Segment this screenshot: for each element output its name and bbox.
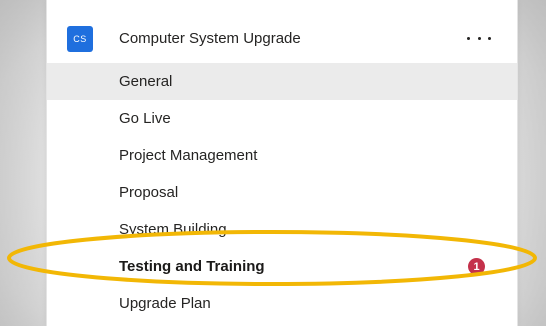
team-name[interactable]: Computer System Upgrade [119,30,301,47]
channel-proposal[interactable]: Proposal [47,174,517,211]
channel-project-management[interactable]: Project Management [47,137,517,174]
channel-testing-and-training[interactable]: Testing and Training 1 [47,248,517,285]
channel-general[interactable]: General [47,63,517,100]
team-avatar: CS [67,26,93,52]
more-options-icon[interactable] [467,28,491,48]
channel-label: Testing and Training [119,258,265,275]
team-header[interactable]: CS Computer System Upgrade [47,20,517,60]
dot [477,36,481,40]
channel-system-building[interactable]: System Building [47,211,517,248]
dot [488,36,491,40]
channel-label: System Building [119,221,227,238]
channel-list: General Go Live Project Management Propo… [47,63,517,322]
channel-label: General [119,73,173,90]
mention-badge: 1 [468,258,485,275]
channel-upgrade-plan[interactable]: Upgrade Plan [47,285,517,322]
channel-label: Upgrade Plan [119,295,211,312]
teams-channel-panel: CS Computer System Upgrade General Go Li… [46,0,518,326]
channel-label: Proposal [119,184,179,201]
channel-go-live[interactable]: Go Live [47,100,517,137]
dot [467,36,470,40]
channel-label: Project Management [119,147,258,164]
channel-label: Go Live [119,110,171,127]
